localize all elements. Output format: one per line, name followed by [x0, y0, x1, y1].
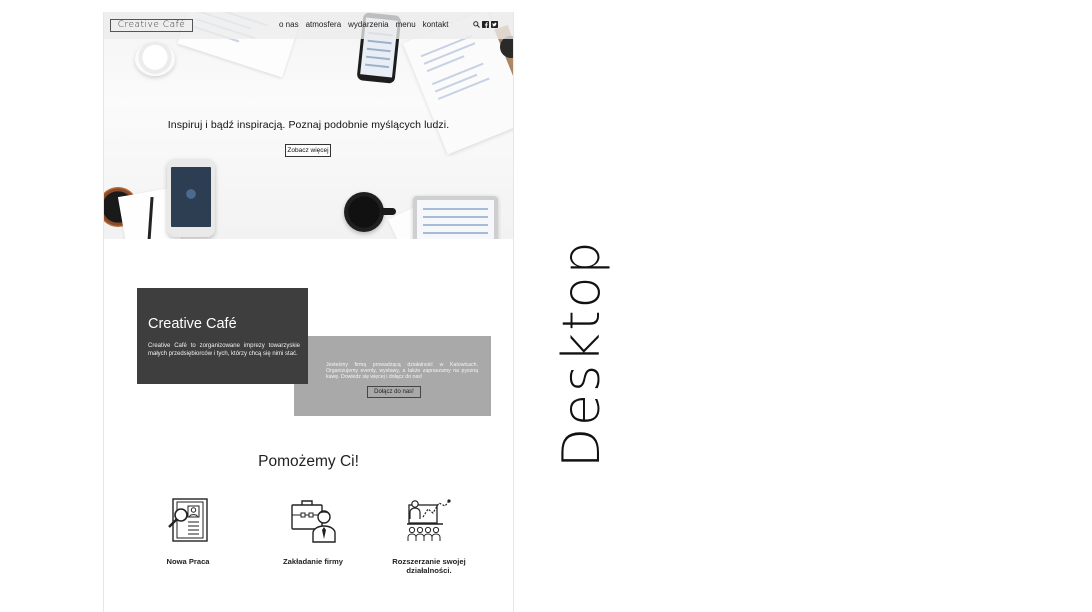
see-more-button[interactable]: Zobacz więcej	[285, 144, 331, 157]
resume-search-icon	[168, 498, 208, 542]
desktop-vertical-title: Desktop	[552, 239, 612, 468]
coffee-cup-image	[135, 42, 175, 76]
about-secondary-box: Jesteśmy firmą prowadzącą działalność w …	[294, 336, 491, 416]
about-title: Creative Café	[148, 316, 237, 332]
coffee-cup-image	[344, 192, 384, 232]
nav-item-kontakt[interactable]: kontakt	[423, 20, 449, 29]
hero-section: Creative Café o nas atmosfera wydarzenia…	[104, 12, 513, 239]
tablet-image	[413, 196, 498, 239]
join-us-button[interactable]: Dołącz do nas!	[367, 386, 421, 398]
search-icon[interactable]	[473, 21, 480, 28]
twitter-icon[interactable]	[491, 21, 498, 28]
nav-links: o nas atmosfera wydarzenia menu kontakt	[279, 20, 448, 29]
briefcase-businessman-icon	[291, 500, 336, 543]
facebook-icon[interactable]	[482, 21, 489, 28]
website-preview: Creative Café o nas atmosfera wydarzenia…	[103, 12, 514, 612]
about-secondary-text: Jesteśmy firmą prowadzącą działalność w …	[326, 362, 478, 381]
navbar: Creative Café o nas atmosfera wydarzenia…	[104, 12, 513, 39]
service-rozszerzanie[interactable]: Rozszerzanie swojej działalności.	[369, 497, 489, 575]
nav-item-wydarzenia[interactable]: wydarzenia	[348, 20, 388, 29]
nav-item-atmosfera[interactable]: atmosfera	[306, 20, 342, 29]
logo[interactable]: Creative Café	[110, 19, 193, 32]
about-text: Creative Café to zorganizowane imprezy t…	[148, 343, 300, 357]
nav-icons	[473, 21, 498, 28]
presentation-audience-icon	[407, 499, 451, 541]
service-label: Rozszerzanie swojej działalności.	[392, 557, 466, 575]
nav-item-menu[interactable]: menu	[396, 20, 416, 29]
service-nowa-praca[interactable]: Nowa Praca	[128, 497, 248, 566]
service-label: Nowa Praca	[166, 557, 210, 566]
help-section-title: Pomożemy Ci!	[258, 453, 359, 470]
smartphone-image	[167, 159, 215, 237]
hero-headline: Inspiruj i bądź inspiracją. Poznaj podob…	[167, 119, 450, 131]
about-primary-box: Creative Café Creative Café to zorganizo…	[137, 288, 308, 384]
service-label: Zakładanie firmy	[283, 557, 343, 566]
nav-item-o-nas[interactable]: o nas	[279, 20, 299, 29]
cup-handle-image	[380, 208, 396, 215]
service-zakladanie-firmy[interactable]: Zakładanie firmy	[253, 497, 373, 566]
